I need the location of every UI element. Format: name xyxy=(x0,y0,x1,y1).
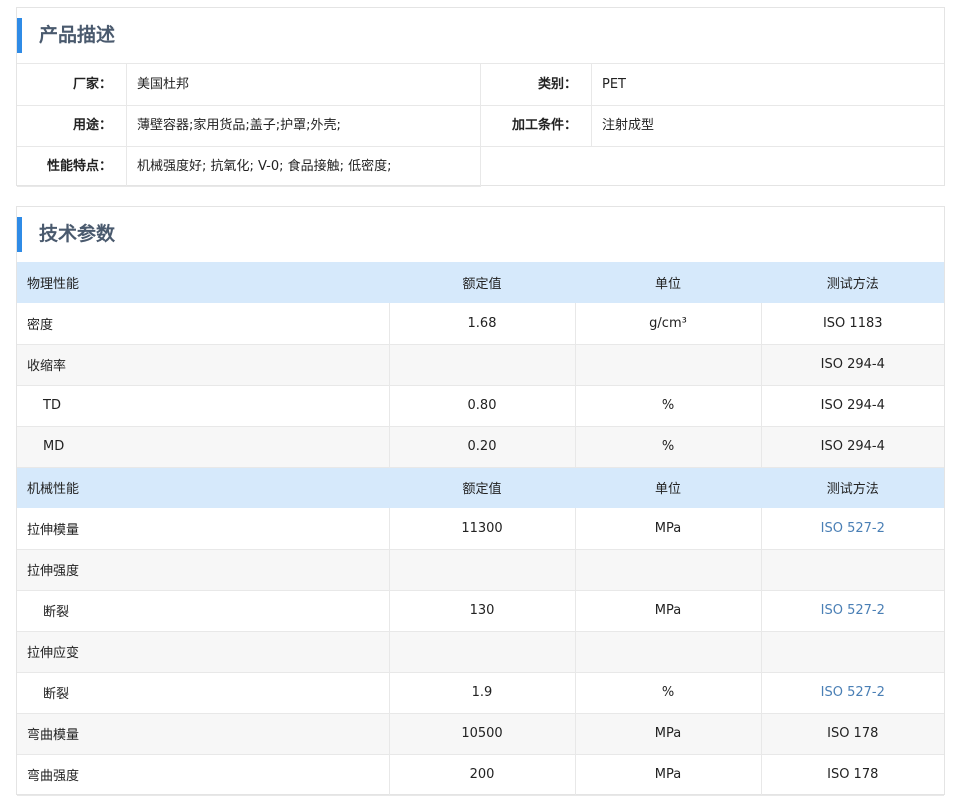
column-header: 额定值 xyxy=(388,262,575,303)
property-unit: g/cm³ xyxy=(574,303,761,345)
desc-row: 厂家： 美国杜邦 类别： PET xyxy=(17,64,944,106)
property-value: 0.80 xyxy=(388,385,575,427)
test-method-link[interactable]: ISO 527-2 xyxy=(760,672,944,714)
column-header: 测试方法 xyxy=(760,467,944,508)
property-value: 200 xyxy=(388,754,575,796)
section-title: 产品描述 xyxy=(39,24,116,46)
test-method: ISO 294-4 xyxy=(760,385,944,427)
field-value: PET xyxy=(602,77,626,92)
property-unit xyxy=(574,631,761,673)
desc-row: 用途： 薄壁容器;家用货品;盖子;护罩;外壳; 加工条件： 注射成型 xyxy=(17,105,944,147)
property-unit xyxy=(574,549,761,591)
property-unit: MPa xyxy=(574,713,761,755)
column-header: 机械性能 xyxy=(17,467,389,508)
table-row: 断裂 130 MPa ISO 527-2 xyxy=(17,590,944,632)
product-description-card: 产品描述 厂家： 美国杜邦 类别： PET 用途： 薄壁容器;家用货品;盖子;护… xyxy=(16,7,945,187)
table-row: 弯曲模量 10500 MPa ISO 178 xyxy=(17,713,944,755)
property-name: 密度 xyxy=(17,303,389,345)
property-unit: MPa xyxy=(574,508,761,550)
section-header: 产品描述 xyxy=(17,8,944,64)
test-method: ISO 178 xyxy=(760,713,944,755)
property-name: 拉伸强度 xyxy=(17,549,389,591)
test-method-link[interactable]: ISO 527-2 xyxy=(760,508,944,550)
desc-row: 性能特点： 机械强度好; 抗氧化; V-0; 食品接触; 低密度; xyxy=(17,146,944,187)
property-value: 0.20 xyxy=(388,426,575,468)
section-header: 技术参数 xyxy=(17,207,944,263)
table-row: 收缩率 ISO 294-4 xyxy=(17,344,944,386)
property-name: 拉伸模量 xyxy=(17,508,389,550)
property-name: 拉伸应变 xyxy=(17,631,389,673)
column-header: 测试方法 xyxy=(760,262,944,303)
column-header: 单位 xyxy=(574,467,761,508)
property-name: TD xyxy=(17,385,389,427)
field-label: 类别： xyxy=(481,64,592,105)
field-label: 性能特点： xyxy=(17,146,127,187)
property-name: MD xyxy=(17,426,389,468)
test-method-link[interactable]: ISO 527-2 xyxy=(760,590,944,632)
accent-bar xyxy=(17,217,22,252)
property-unit: % xyxy=(574,426,761,468)
test-method: ISO 294-4 xyxy=(760,426,944,468)
table-row: 断裂 1.9 % ISO 527-2 xyxy=(17,672,944,714)
tech-params-table: 物理性能 额定值 单位 测试方法 密度 1.68 g/cm³ ISO 1183 … xyxy=(17,262,944,796)
field-value: 美国杜邦 xyxy=(127,64,481,105)
field-value: 机械强度好; 抗氧化; V-0; 食品接触; 低密度; xyxy=(127,146,481,187)
field-value: 薄壁容器;家用货品;盖子;护罩;外壳; xyxy=(127,105,481,146)
property-value: 130 xyxy=(388,590,575,632)
test-method xyxy=(760,631,944,673)
table-row: 弯曲强度 200 MPa ISO 178 xyxy=(17,754,944,796)
accent-bar xyxy=(17,18,22,53)
table-header-row: 物理性能 额定值 单位 测试方法 xyxy=(17,262,944,303)
field-label: 加工条件： xyxy=(481,105,592,146)
property-unit: MPa xyxy=(574,754,761,796)
table-row: MD 0.20 % ISO 294-4 xyxy=(17,426,944,468)
test-method: ISO 1183 xyxy=(760,303,944,345)
table-row: 拉伸强度 xyxy=(17,549,944,591)
table-row: TD 0.80 % ISO 294-4 xyxy=(17,385,944,427)
property-name: 弯曲模量 xyxy=(17,713,389,755)
test-method xyxy=(760,549,944,591)
test-method: ISO 178 xyxy=(760,754,944,796)
field-value: 注射成型 xyxy=(602,118,655,133)
property-name: 断裂 xyxy=(17,672,389,714)
property-value: 1.68 xyxy=(388,303,575,345)
property-unit xyxy=(574,344,761,386)
test-method: ISO 294-4 xyxy=(760,344,944,386)
property-value: 10500 xyxy=(388,713,575,755)
property-value: 1.9 xyxy=(388,672,575,714)
table-header-row: 机械性能 额定值 单位 测试方法 xyxy=(17,467,944,508)
property-value xyxy=(388,631,575,673)
property-unit: % xyxy=(574,672,761,714)
tech-params-card: 技术参数 物理性能 额定值 单位 测试方法 密度 1.68 g/cm³ ISO … xyxy=(16,206,945,796)
property-name: 断裂 xyxy=(17,590,389,632)
table-row: 密度 1.68 g/cm³ ISO 1183 xyxy=(17,303,944,345)
property-name: 收缩率 xyxy=(17,344,389,386)
property-unit: % xyxy=(574,385,761,427)
property-name: 弯曲强度 xyxy=(17,754,389,796)
column-header: 物理性能 xyxy=(17,262,389,303)
field-label: 用途： xyxy=(17,105,127,146)
table-row: 拉伸应变 xyxy=(17,631,944,673)
column-header: 单位 xyxy=(574,262,761,303)
property-value: 11300 xyxy=(388,508,575,550)
column-header: 额定值 xyxy=(388,467,575,508)
field-label: 厂家： xyxy=(17,64,127,105)
section-title: 技术参数 xyxy=(39,223,116,245)
property-value xyxy=(388,344,575,386)
table-row: 拉伸模量 11300 MPa ISO 527-2 xyxy=(17,508,944,550)
property-unit: MPa xyxy=(574,590,761,632)
property-value xyxy=(388,549,575,591)
